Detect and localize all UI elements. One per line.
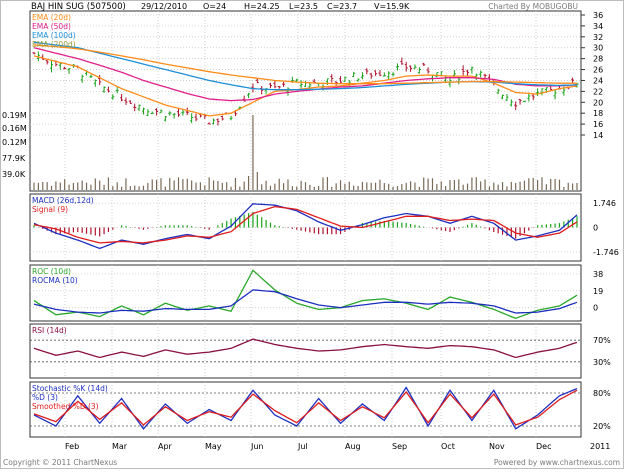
roc-legend-item: ROCMA (10) xyxy=(32,276,78,285)
rsi-tick-label: 30% xyxy=(593,358,611,367)
price-legend-item: EMA (50d) xyxy=(32,22,71,31)
volume-tick-label: 39.0K xyxy=(2,170,26,179)
stochastic-legend-item: Smoothed %D (3) xyxy=(32,402,99,411)
stochastic-legend-item: Stochastic %K (14d) xyxy=(32,384,108,393)
x-tick-label: Aug xyxy=(345,442,361,451)
stoch-tick-label: 20% xyxy=(593,422,611,431)
x-tick-label: Sep xyxy=(392,442,407,451)
price-tick-label: 20 xyxy=(593,98,603,107)
volume-tick-label: 0.19M xyxy=(2,111,27,120)
price-tick-label: 34 xyxy=(593,22,603,31)
x-tick-label: 2011 xyxy=(590,442,610,451)
stochastic-legend-item: %D (3) xyxy=(32,393,58,402)
close-label: C=23.7 xyxy=(327,2,357,11)
roc-legend-item: ROC (10d) xyxy=(32,267,71,276)
date-label: 29/12/2010 xyxy=(141,2,187,11)
roc-tick-label: 19 xyxy=(593,287,603,296)
macd-legend-item: Signal (9) xyxy=(32,205,68,214)
chart-svg: BAJ HIN SUG (507500) 29/12/2010 O=24 H=2… xyxy=(0,0,624,469)
x-tick-label: Mar xyxy=(112,442,128,451)
x-tick-label: Oct xyxy=(441,442,455,451)
macd-tick-label: -1.746 xyxy=(593,248,619,257)
x-tick-label: Feb xyxy=(65,442,79,451)
price-legend-item: EMA (20d) xyxy=(32,13,71,22)
macd-legend-item: MACD (26d,12d) xyxy=(32,196,94,205)
x-tick-label: May xyxy=(205,442,222,451)
stock-chart: BAJ HIN SUG (507500) 29/12/2010 O=24 H=2… xyxy=(0,0,624,469)
price-tick-label: 36 xyxy=(593,11,603,20)
copyright-label: Copyright © 2011 ChartNexus xyxy=(3,458,117,467)
x-tick-label: Apr xyxy=(158,442,173,451)
price-tick-label: 16 xyxy=(593,120,603,129)
price-tick-label: 26 xyxy=(593,66,603,75)
price-tick-label: 22 xyxy=(593,87,603,96)
volume-tick-label: 77.9K xyxy=(2,154,26,163)
high-label: H=24.25 xyxy=(244,2,280,11)
low-label: L=23.5 xyxy=(289,2,318,11)
credit-label: Charted By MOBUGOBU xyxy=(488,2,578,11)
price-tick-label: 32 xyxy=(593,33,603,42)
price-tick-label: 18 xyxy=(593,109,603,118)
x-tick-label: Jun xyxy=(250,442,264,451)
volume-label: V=15.9K xyxy=(374,2,410,11)
x-tick-label: Nov xyxy=(489,442,505,451)
price-legend-item: EMA (200d) xyxy=(32,40,76,49)
price-legend-item: EMA (100d) xyxy=(32,31,76,40)
chart-frame xyxy=(0,0,624,469)
stoch-tick-label: 80% xyxy=(593,389,611,398)
price-tick-label: 28 xyxy=(593,55,603,64)
rsi-tick-label: 70% xyxy=(593,336,611,345)
powered-label: Powered by www.chartnexus.com xyxy=(494,458,620,467)
volume-tick-label: 0.12M xyxy=(2,138,27,147)
price-tick-label: 30 xyxy=(593,44,603,53)
price-tick-label: 14 xyxy=(593,131,603,140)
macd-tick-label: 0 xyxy=(593,224,598,233)
x-tick-label: Dec xyxy=(536,442,551,451)
roc-tick-label: 0 xyxy=(593,304,598,313)
price-tick-label: 24 xyxy=(593,76,603,85)
open-label: O=24 xyxy=(203,2,226,11)
x-tick-label: Jul xyxy=(297,442,308,451)
roc-tick-label: 38 xyxy=(593,270,603,279)
macd-tick-label: 1.746 xyxy=(593,199,616,208)
volume-tick-label: 0.16M xyxy=(2,124,27,133)
rsi-legend-item: RSI (14d) xyxy=(32,326,67,335)
